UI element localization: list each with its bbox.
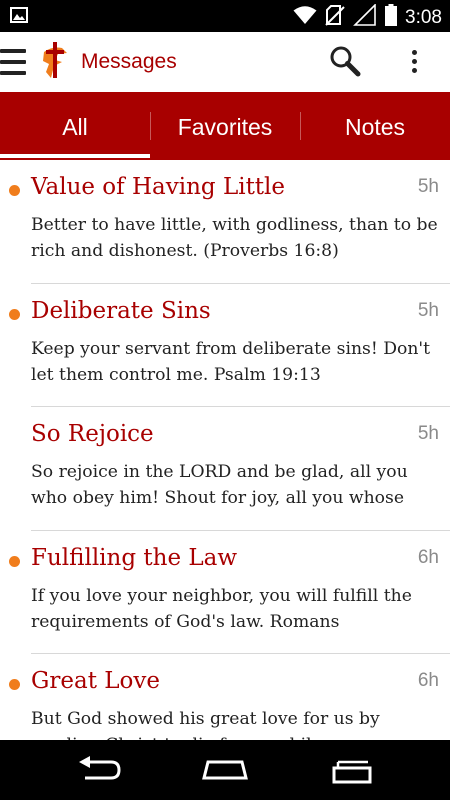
tab-label: All <box>62 113 88 140</box>
wifi-icon <box>293 5 317 30</box>
page-title: Messages <box>81 50 177 73</box>
message-preview: So rejoice in the LORD and be glad, all … <box>31 462 408 508</box>
home-icon[interactable] <box>200 754 250 786</box>
dove-cross-logo <box>40 42 70 82</box>
navigation-bar <box>0 740 450 800</box>
recent-apps-icon[interactable] <box>328 754 378 786</box>
message-time: 5h <box>417 423 439 444</box>
no-sim-icon <box>325 4 345 31</box>
tab-favorites[interactable]: Favorites <box>150 92 300 160</box>
battery-icon <box>385 4 398 31</box>
message-time: 5h <box>417 176 439 197</box>
signal-icon <box>353 3 377 31</box>
list-item[interactable]: So Rejoice 5h So rejoice in the LORD and… <box>0 407 450 531</box>
message-title: Value of Having Little <box>31 174 286 200</box>
unread-dot-icon <box>9 308 20 320</box>
tab-bar: All Favorites Notes <box>0 92 450 160</box>
list-item[interactable]: Deliberate Sins 5h Keep your servant fro… <box>0 284 450 407</box>
message-preview: Better to have little, with godliness, t… <box>31 215 438 261</box>
back-icon[interactable] <box>75 754 125 786</box>
message-time: 6h <box>417 546 439 568</box>
menu-icon[interactable] <box>0 46 28 78</box>
tab-notes[interactable]: Notes <box>300 92 450 160</box>
tab-label: Favorites <box>177 113 273 140</box>
tab-all[interactable]: All <box>0 92 150 160</box>
gallery-notification-icon <box>10 7 28 28</box>
status-bar: 3:08 <box>0 0 450 32</box>
message-title: So Rejoice <box>31 421 154 447</box>
message-time: 6h <box>417 670 439 691</box>
message-preview: Keep your servant from deliberate sins! … <box>31 338 431 385</box>
unread-dot-icon <box>9 679 20 690</box>
message-title: Deliberate Sins <box>31 297 211 324</box>
status-time: 3:08 <box>405 6 442 28</box>
unread-dot-icon <box>9 185 20 196</box>
message-title: Fulfilling the Law <box>31 544 238 571</box>
message-preview: But God showed his great love for us by … <box>31 709 380 740</box>
unread-dot-icon <box>9 555 20 567</box>
list-item[interactable]: Value of Having Little 5h Better to have… <box>0 160 450 284</box>
list-item[interactable]: Fulfilling the Law 6h If you love your n… <box>0 531 450 654</box>
search-icon[interactable] <box>328 44 362 78</box>
message-list: Value of Having Little 5h Better to have… <box>0 160 450 740</box>
action-bar: Messages <box>0 32 450 92</box>
message-preview: If you love your neighbor, you will fulf… <box>31 585 412 632</box>
message-time: 5h <box>417 299 439 321</box>
overflow-menu-icon[interactable] <box>404 46 424 78</box>
message-title: Great Love <box>31 668 160 694</box>
list-item[interactable]: Great Love 6h But God showed his great l… <box>0 654 450 740</box>
tab-label: Notes <box>344 113 406 140</box>
